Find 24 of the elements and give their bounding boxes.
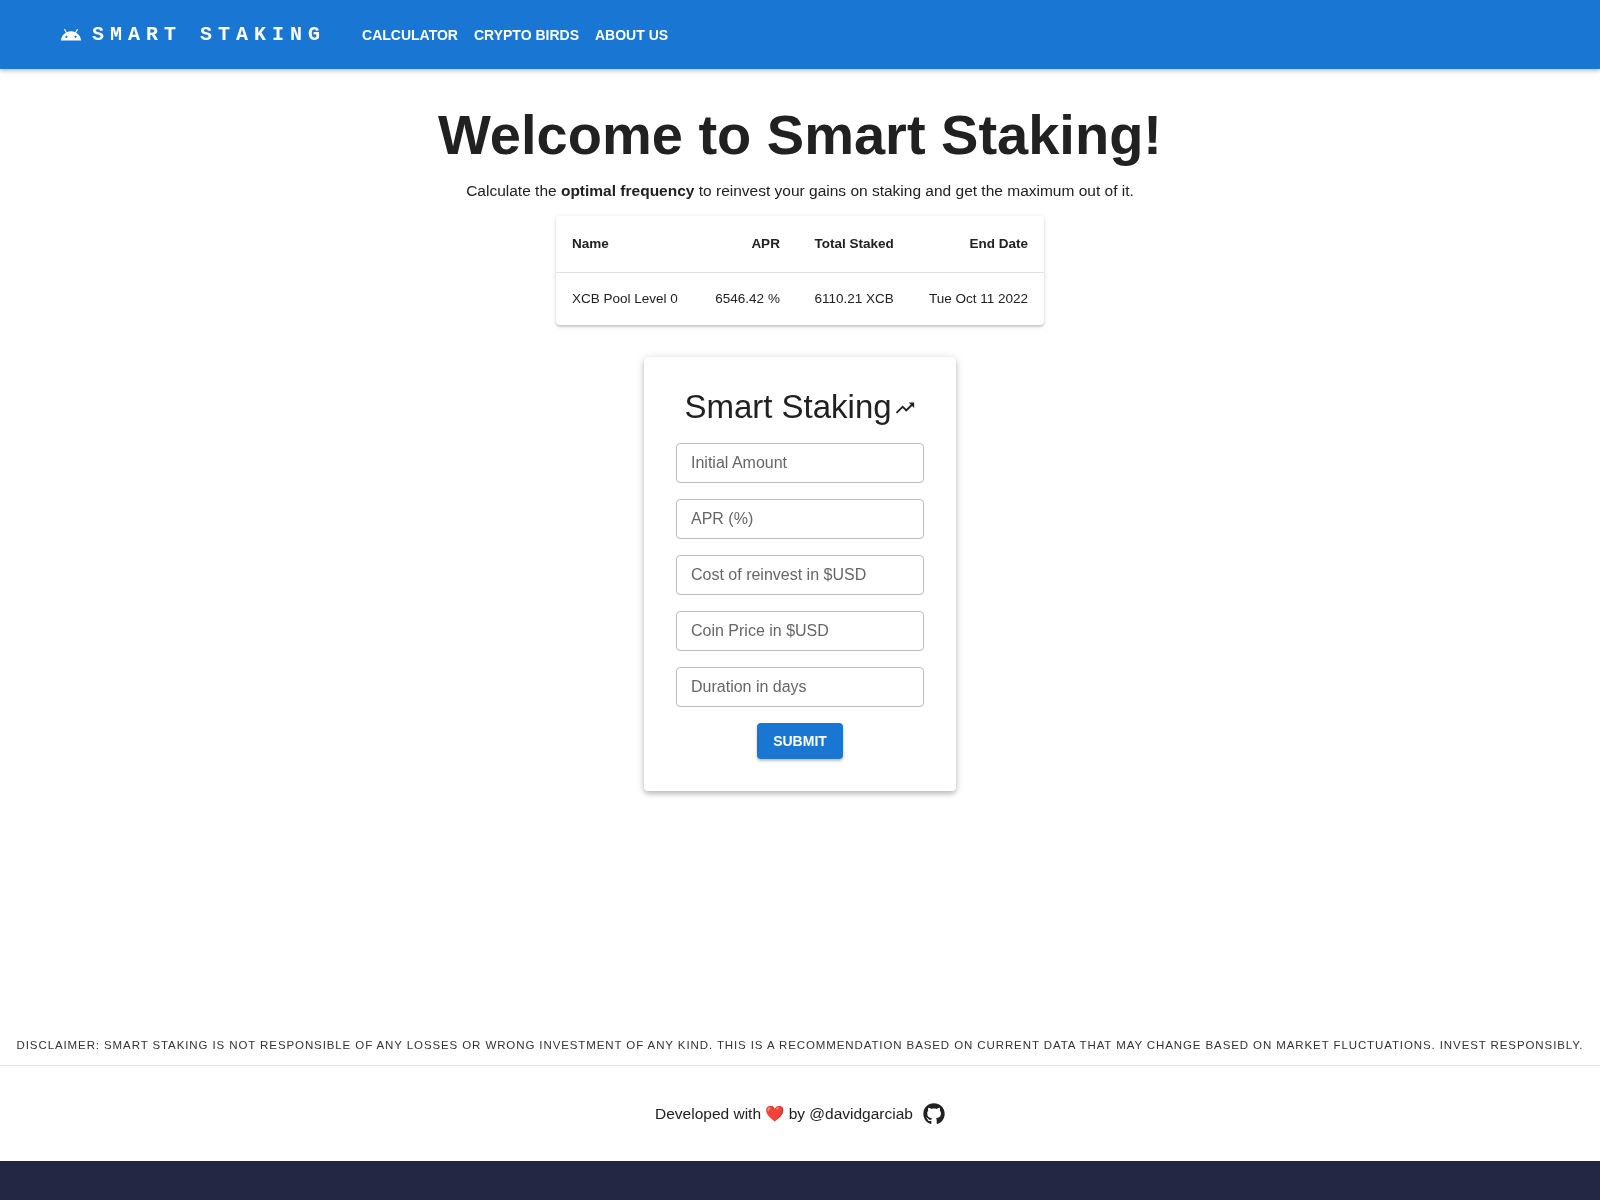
nav-link[interactable]: ABOUT US <box>586 20 677 49</box>
column-header: End Date <box>909 216 1044 273</box>
table-cell: XCB Pool Level 0 <box>556 272 698 326</box>
credit-text: Developed with ❤ by @davidgarciab <box>655 1104 913 1123</box>
page-title: Welcome to Smart Staking! <box>438 102 1162 168</box>
input-field[interactable]: APR (%) <box>676 498 924 539</box>
nav-link[interactable]: CALCULATOR <box>354 20 466 49</box>
page-subtitle: Calculate the optimal frequency to reinvest your gains on staking and get the maximum out of it. <box>466 182 1134 201</box>
table-cell: Tue Oct 11 2022 <box>909 272 1044 326</box>
column-header: Total Staked <box>795 216 910 273</box>
calculator-title: Smart Staking <box>684 387 892 427</box>
input-field[interactable]: Duration in days <box>676 666 924 707</box>
column-header: Name <box>556 216 698 273</box>
submit-button[interactable]: SUBMIT <box>757 722 843 759</box>
nav-link[interactable]: CRYPTO BIRDS <box>465 20 587 49</box>
brand-name[interactable]: SMART STAKING <box>92 23 327 46</box>
input-field[interactable]: Initial Amount <box>676 442 924 483</box>
table-cell: 6546.42 % <box>697 272 796 326</box>
github-icon[interactable] <box>922 1102 945 1125</box>
disclaimer: DISCLAIMER: SMART STAKING IS NOT RESPONSIBLE OF ANY LOSSES OR WRONG INVESTMENT OF ANY KIND. THIS IS A RECOMMENDATION BASED ON CURRENT DATA THAT MAY CHANGE BASED ON MARKET FLUCTUATIONS. INVEST RESPONSIBLY. <box>15 1039 1585 1053</box>
input-field[interactable]: Coin Price in $USD <box>676 610 924 651</box>
table-cell: 6110.21 XCB <box>795 272 910 326</box>
column-header: APR <box>697 216 796 273</box>
input-field[interactable]: Cost of reinvest in $USD <box>676 554 924 595</box>
